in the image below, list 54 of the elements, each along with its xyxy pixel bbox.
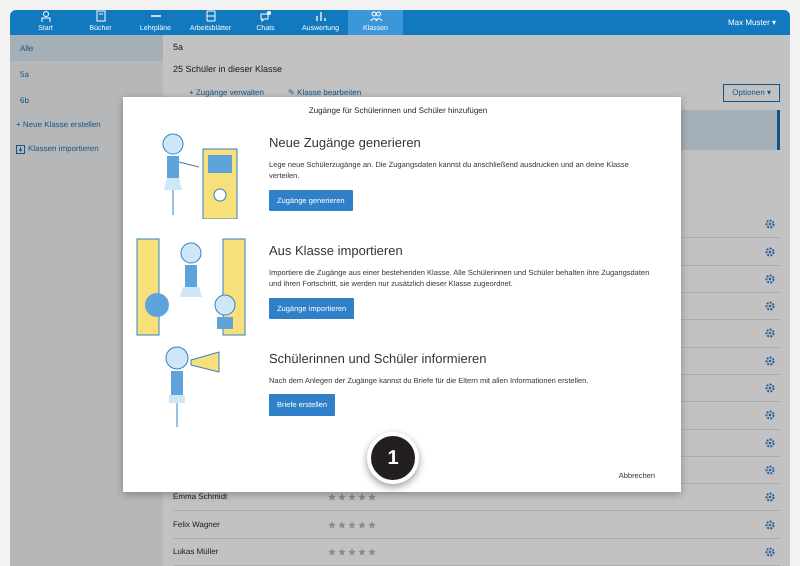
settings-icon[interactable] (764, 436, 776, 449)
user-menu[interactable]: Max Muster ▾ (722, 16, 790, 30)
star-icon (338, 520, 346, 529)
settings-icon[interactable] (764, 300, 776, 312)
section-heading: Neue Zugänge generieren (269, 134, 422, 152)
settings-icon[interactable] (764, 546, 776, 558)
chart-icon (314, 10, 326, 22)
student-name: Emma Schmidt (173, 491, 228, 504)
sidebar-item[interactable]: 5a (10, 61, 163, 88)
section-heading: Schülerinnen und Schüler informieren (269, 350, 488, 368)
chat-icon (260, 10, 272, 22)
section-heading: Aus Klasse importieren (269, 242, 404, 260)
star-icon (348, 520, 356, 529)
settings-icon[interactable] (764, 464, 776, 476)
settings-icon[interactable] (764, 354, 776, 367)
star-icon (358, 493, 366, 502)
settings-icon[interactable] (764, 491, 776, 504)
dialog-title: Zugänge für Schülerinnen und Schüler hinzufügen (308, 105, 488, 118)
settings-icon[interactable] (764, 327, 776, 340)
star-icon (368, 548, 376, 556)
sidebar-link[interactable]: Klassen importieren (10, 137, 163, 162)
student-name: Felix Wagner (173, 518, 221, 531)
class-subtitle: 25 Schüler in dieser Klasse (173, 62, 284, 76)
star-icon (328, 548, 336, 556)
star-icon (358, 520, 366, 529)
settings-icon[interactable] (764, 409, 776, 422)
person-icon (40, 10, 52, 22)
settings-icon[interactable] (764, 518, 776, 531)
student-name: Lukas Müller (173, 546, 220, 558)
star-icon (368, 493, 376, 502)
action-link[interactable]: ✎ Klasse bearbeiten (288, 87, 362, 100)
action-link[interactable]: + Zugänge verwalten (189, 87, 264, 100)
settings-icon[interactable] (764, 218, 776, 230)
group-icon (370, 10, 382, 22)
star-icon (368, 520, 376, 529)
sidebar-link[interactable]: + Neue Klasse erstellen (10, 113, 163, 138)
options-button[interactable]: Optionen ▾ (723, 84, 780, 102)
star-icon (328, 520, 336, 529)
settings-icon[interactable] (764, 272, 776, 285)
star-icon (338, 493, 346, 502)
sidebar-item[interactable]: 6b (10, 87, 163, 114)
star-icon (348, 493, 356, 502)
star-icon (338, 548, 346, 556)
star-icon (348, 548, 356, 556)
settings-icon[interactable] (764, 382, 776, 394)
document-icon (94, 10, 106, 22)
sidebar-item[interactable]: Alle (10, 35, 163, 62)
star-icon (328, 493, 336, 502)
line-icon (150, 15, 162, 18)
star-icon (358, 548, 366, 556)
book-icon (204, 10, 216, 22)
settings-icon[interactable] (764, 246, 776, 258)
import-icon (16, 144, 25, 154)
class-title: 5a (173, 41, 184, 54)
